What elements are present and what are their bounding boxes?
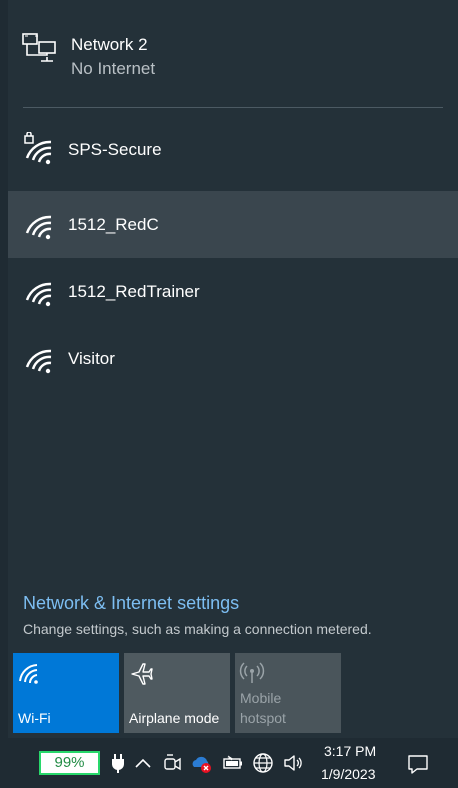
network-settings-link[interactable]: Network & Internet settings <box>23 593 239 614</box>
chevron-up-icon[interactable] <box>132 752 154 774</box>
wifi-icon <box>25 215 52 240</box>
network-name: SPS-Secure <box>68 140 162 159</box>
current-network[interactable]: Network 2 No Internet <box>8 0 458 100</box>
network-item-selected[interactable]: 1512_RedC <box>8 191 458 258</box>
network-name: Visitor <box>68 349 115 368</box>
battery-percent-badge[interactable]: 99% <box>39 751 100 775</box>
network-flyout: Network 2 No Internet SPS-Secure 1512_Re… <box>8 0 458 738</box>
network-item[interactable]: Visitor <box>8 325 458 392</box>
power-plug-icon[interactable] <box>107 752 129 774</box>
network-item[interactable]: SPS-Secure <box>8 116 458 183</box>
notifications-icon[interactable] <box>406 752 430 776</box>
battery-icon[interactable] <box>222 752 244 774</box>
network-name: 1512_RedTrainer <box>68 282 200 301</box>
globe-network-icon[interactable] <box>252 752 274 774</box>
mobile-hotspot-tile[interactable]: Mobile hotspot <box>235 653 341 733</box>
tile-label: Wi-Fi <box>18 710 51 726</box>
wifi-icon <box>25 349 52 374</box>
clock-date[interactable]: 1/9/2023 <box>321 766 376 782</box>
airplane-icon <box>131 663 153 685</box>
network-item[interactable]: 1512_RedTrainer <box>8 258 458 325</box>
tile-label: Airplane mode <box>129 710 220 726</box>
speaker-icon[interactable] <box>282 752 304 774</box>
hotspot-icon <box>239 662 265 683</box>
network-settings-description: Change settings, such as making a connec… <box>23 621 372 637</box>
airplane-mode-tile[interactable]: Airplane mode <box>124 653 230 733</box>
wifi-toggle-tile[interactable]: Wi-Fi <box>13 653 119 733</box>
onedrive-error-icon[interactable] <box>190 752 212 774</box>
meet-now-icon[interactable] <box>161 752 183 774</box>
wifi-icon <box>25 282 52 307</box>
current-network-status: No Internet <box>71 59 156 78</box>
wired-ethernet-icon <box>22 33 56 62</box>
divider <box>23 107 443 108</box>
tile-label: Mobile hotspot <box>240 690 286 726</box>
network-name: 1512_RedC <box>68 215 159 234</box>
current-network-name: Network 2 <box>71 35 148 54</box>
clock-time[interactable]: 3:17 PM <box>324 743 376 759</box>
secured-wifi-icon <box>24 132 52 165</box>
wifi-icon <box>19 664 38 684</box>
